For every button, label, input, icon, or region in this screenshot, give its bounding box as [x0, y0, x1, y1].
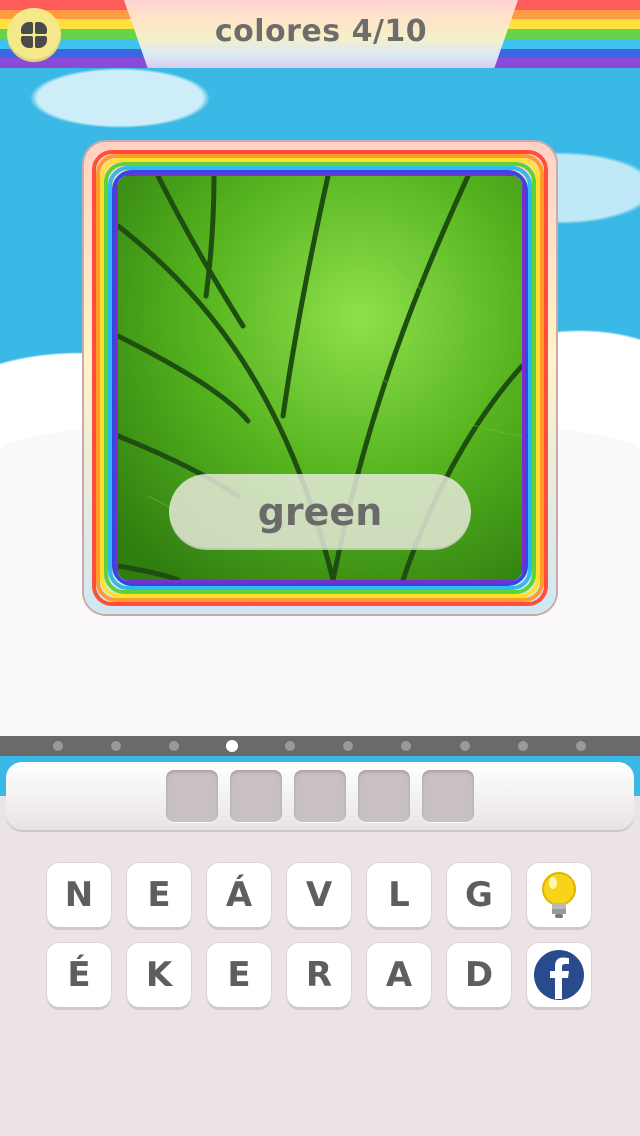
letter-key[interactable]: E — [207, 943, 271, 1007]
answer-slot[interactable] — [358, 770, 410, 822]
menu-button[interactable] — [7, 8, 61, 62]
top-bar: colores 4/10 — [0, 0, 640, 68]
progress-dot — [53, 741, 63, 751]
progress-dot — [401, 741, 411, 751]
letter-key[interactable]: L — [367, 863, 431, 927]
letter-key[interactable]: É — [47, 943, 111, 1007]
letter-key[interactable]: R — [287, 943, 351, 1007]
progress-dot — [285, 741, 295, 751]
letter-key[interactable]: N — [47, 863, 111, 927]
lightbulb-icon — [542, 872, 576, 918]
level-progress — [0, 736, 640, 756]
progress-dot — [343, 741, 353, 751]
letter-key[interactable]: D — [447, 943, 511, 1007]
letter-key[interactable]: K — [127, 943, 191, 1007]
answer-slot[interactable] — [422, 770, 474, 822]
answer-hint-label: green — [169, 474, 471, 550]
progress-dot — [169, 741, 179, 751]
letter-key[interactable]: A — [367, 943, 431, 1007]
progress-dot — [460, 741, 470, 751]
answer-slot[interactable] — [166, 770, 218, 822]
facebook-icon — [534, 950, 584, 1000]
progress-dot-current — [226, 740, 238, 752]
facebook-share-button[interactable] — [527, 943, 591, 1007]
letter-key[interactable]: E — [127, 863, 191, 927]
level-title: colores 4/10 — [214, 14, 428, 49]
progress-dot — [576, 741, 586, 751]
hint-button[interactable] — [527, 863, 591, 927]
letter-key[interactable]: G — [447, 863, 511, 927]
progress-dot — [518, 741, 528, 751]
progress-dot — [111, 741, 121, 751]
letter-key[interactable]: V — [287, 863, 351, 927]
letter-key[interactable]: Á — [207, 863, 271, 927]
answer-slot[interactable] — [230, 770, 282, 822]
answer-slot[interactable] — [294, 770, 346, 822]
